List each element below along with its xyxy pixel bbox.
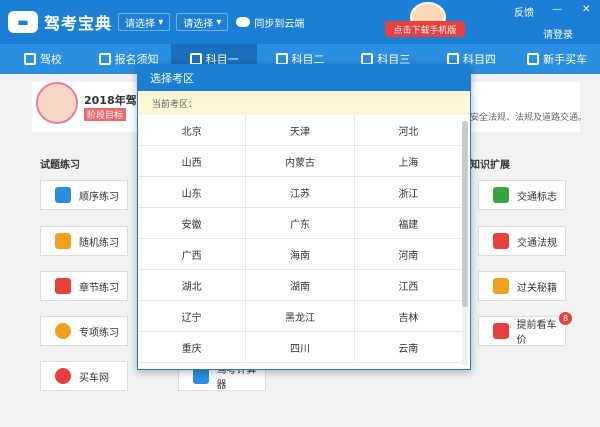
calculator-icon: [193, 368, 209, 384]
pass-tips-button[interactable]: 过关秘籍: [478, 271, 566, 301]
region-option[interactable]: 上海: [354, 146, 462, 177]
section-practice: 试题练习: [40, 160, 80, 171]
region-row: 重庆 四川 云南: [138, 332, 462, 363]
region-option[interactable]: 内蒙古: [246, 146, 355, 177]
region-option[interactable]: 河南: [354, 239, 462, 270]
shuffle-icon: [55, 233, 71, 249]
download-app-button[interactable]: 点击下载手机版: [385, 21, 465, 37]
document-icon: [98, 53, 111, 65]
car-badge-icon: [493, 323, 509, 339]
region-option[interactable]: 河北: [354, 115, 462, 146]
region-row: 山东 江苏 浙江: [138, 177, 462, 208]
region-option[interactable]: 北京: [138, 115, 247, 146]
region-row: 辽宁 黑龙江 吉林: [138, 301, 462, 332]
notification-badge: 8: [559, 312, 572, 325]
region-option[interactable]: 湖南: [246, 270, 355, 301]
region-option[interactable]: 福建: [354, 208, 462, 239]
car-icon: [55, 368, 71, 384]
chapter-practice-button[interactable]: 章节练习: [40, 271, 128, 301]
random-practice-button[interactable]: 随机练习: [40, 226, 128, 256]
region-option[interactable]: 浙江: [354, 177, 462, 208]
cloud-icon: [236, 17, 251, 27]
region-option[interactable]: 江苏: [246, 177, 355, 208]
region-option[interactable]: 四川: [246, 332, 355, 363]
close-button[interactable]: ✕: [582, 4, 590, 15]
title-bar: ▬ 驾考宝典 请选择 ▾ 请选择 ▾ 同步到云端: [0, 0, 600, 44]
region-grid: 北京 天津 河北 山西 内蒙古 上海 山东 江苏 浙江 安徽 广东 福建 广西 海南 河南 湖北 湖南 江西 辽宁黑…: [138, 115, 462, 370]
region-option[interactable]: 广东: [246, 208, 355, 239]
region-option[interactable]: 安徽: [138, 208, 247, 239]
region-option[interactable]: 天津: [246, 115, 355, 146]
region-option[interactable]: 重庆: [138, 332, 247, 363]
scales-icon: [493, 233, 509, 249]
banner-description: 安全法规、法规及道路交通。: [470, 113, 588, 123]
scrollbar-thumb[interactable]: [462, 121, 468, 307]
region-option[interactable]: 吉林: [354, 301, 462, 332]
traffic-signs-button[interactable]: 交通标志: [478, 180, 566, 210]
region-option[interactable]: 云南: [354, 332, 462, 363]
login-link[interactable]: 请登录: [543, 26, 573, 41]
goal-tag[interactable]: 阶段目标: [84, 108, 127, 121]
special-practice-button[interactable]: 专项练习: [40, 316, 128, 346]
region-option[interactable]: 山东: [138, 177, 247, 208]
current-region-label: 当前考区：: [138, 91, 470, 115]
region-option[interactable]: 广西: [138, 239, 247, 270]
section-knowledge: 知识扩展: [470, 160, 510, 171]
region-option[interactable]: 江西: [354, 270, 462, 301]
region-row: 安徽 广东 福建: [138, 208, 462, 239]
car-price-button[interactable]: 提前看车价: [478, 316, 566, 346]
minimize-button[interactable]: —: [552, 4, 562, 15]
tab-buy-car[interactable]: 新手买车: [514, 44, 600, 74]
app-logo: ▬ 驾考宝典: [8, 10, 112, 34]
region-option[interactable]: 海南: [246, 239, 355, 270]
region-row: 北京 天津 河北: [138, 115, 462, 146]
tab-driving-school[interactable]: 驾校: [0, 44, 86, 74]
steering-icon: [527, 53, 540, 65]
feedback-link[interactable]: 反馈: [514, 4, 534, 19]
notebook-icon: [493, 278, 509, 294]
car-icon: ▬: [8, 11, 38, 33]
region-row: 湖北 湖南 江西: [138, 270, 462, 301]
region-option[interactable]: 山西: [138, 146, 247, 177]
region-option[interactable]: 湖北: [138, 270, 247, 301]
region-row: 山西 内蒙古 上海: [138, 146, 462, 177]
home-icon: [23, 53, 36, 65]
traffic-law-button[interactable]: 交通法规: [478, 226, 566, 256]
region-scrollbar[interactable]: [462, 121, 468, 365]
city-select[interactable]: 请选择 ▾: [176, 13, 229, 31]
region-picker-dialog: 选择考区 当前考区： 北京 天津 河北 山西 内蒙古 上海 山东 江苏 浙江 安徽 广东 福建 广西 海南…: [137, 64, 471, 370]
region-option[interactable]: 辽宁: [138, 301, 247, 332]
list-icon: [55, 187, 71, 203]
province-select[interactable]: 请选择 ▾: [118, 13, 171, 31]
user-avatar: [36, 82, 78, 124]
sync-button[interactable]: 同步到云端: [236, 15, 304, 30]
app-title: 驾考宝典: [44, 14, 113, 33]
car-market-button[interactable]: 买车网: [40, 361, 128, 391]
road-sign-icon: [493, 187, 509, 203]
stack-icon: [55, 278, 71, 294]
region-option[interactable]: 黑龙江: [246, 301, 355, 332]
dialog-title: 选择考区: [138, 65, 470, 91]
sequential-practice-button[interactable]: 顺序练习: [40, 180, 128, 210]
target-icon: [55, 323, 71, 339]
region-row: 广西 海南 河南: [138, 239, 462, 270]
